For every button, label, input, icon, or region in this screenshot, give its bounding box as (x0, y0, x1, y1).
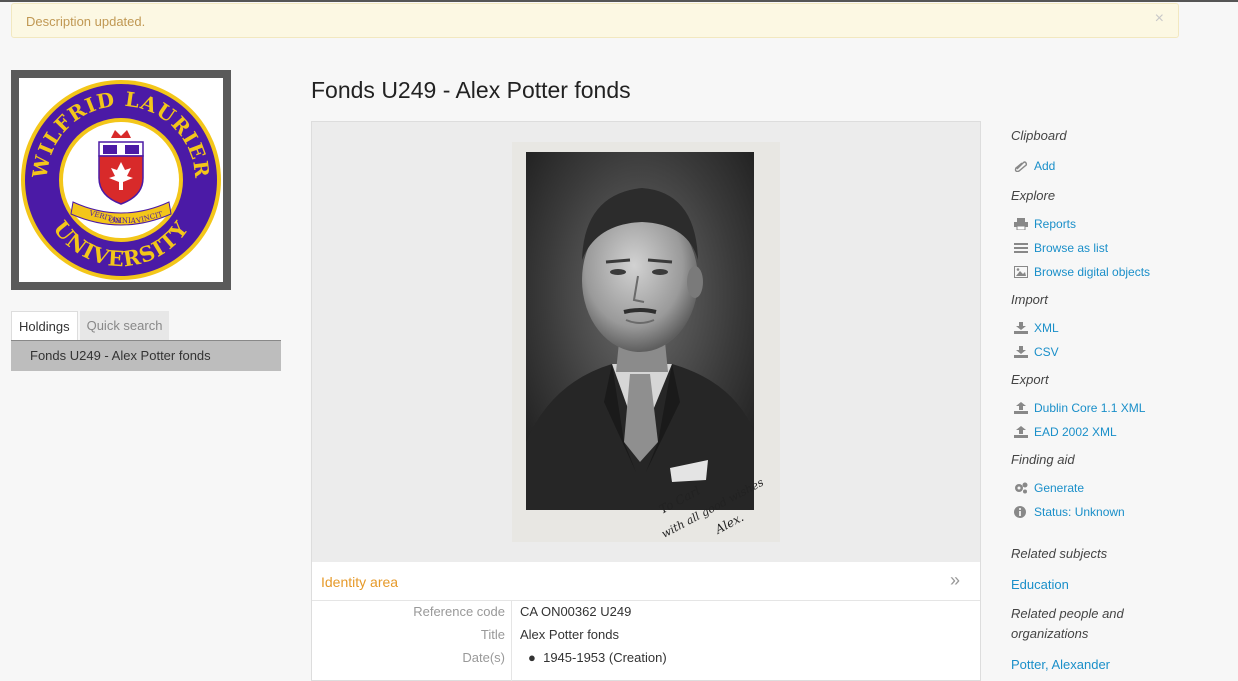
import-csv-label: CSV (1034, 345, 1059, 359)
status-alert: Description updated. × (11, 3, 1179, 38)
finding-aid-status-link[interactable]: Status: Unknown (1011, 505, 1125, 519)
date-value: 1945-1953 (Creation) (543, 650, 667, 665)
field-value: Alex Potter fonds (520, 627, 619, 642)
import-xml-label: XML (1034, 321, 1059, 335)
field-label: Title (480, 627, 505, 642)
holdings-tree: Fonds U249 - Alex Potter fonds (11, 340, 281, 371)
left-nav-tabs: Holdings Quick search (11, 311, 170, 340)
explore-heading: Explore (1011, 188, 1056, 203)
add-label: Add (1034, 159, 1056, 173)
clipboard-heading: Clipboard (1011, 128, 1067, 143)
bullet-icon: ● (528, 650, 536, 665)
field-value: CA ON00362 U249 (520, 604, 632, 619)
browse-digital-objects-link[interactable]: Browse digital objects (1011, 265, 1150, 279)
related-people-heading-line2: organizations (1011, 626, 1089, 641)
import-xml-link[interactable]: XML (1011, 321, 1059, 335)
page-title: Fonds U249 - Alex Potter fonds (311, 77, 631, 103)
alert-message: Description updated. (26, 14, 146, 29)
browse-list-label: Browse as list (1034, 241, 1109, 255)
upload-icon (1014, 426, 1028, 438)
university-seal-icon: WILFRID LAURIER UNIVERSITY VERITAS OMNIA… (21, 80, 221, 280)
import-csv-link[interactable]: CSV (1011, 345, 1059, 359)
tab-holdings[interactable]: Holdings (11, 311, 78, 340)
upload-icon (1014, 402, 1028, 414)
generate-label: Generate (1034, 481, 1085, 495)
portrait-photo[interactable]: To Carl with all good wishes Alex. (512, 142, 780, 542)
field-label: Date(s) (462, 650, 505, 665)
identity-area-header[interactable]: Identity area » (312, 562, 980, 601)
status-label: Status: Unknown (1034, 505, 1125, 519)
field-title: Title Alex Potter fonds (312, 625, 980, 648)
portrait-image-icon: To Carl with all good wishes Alex. (512, 142, 780, 542)
reports-link[interactable]: Reports (1011, 217, 1076, 231)
close-icon[interactable]: × (1155, 10, 1164, 28)
export-ead-link[interactable]: EAD 2002 XML (1011, 425, 1117, 439)
info-icon (1014, 506, 1026, 518)
paperclip-icon (1014, 161, 1028, 172)
subject-education-link[interactable]: Education (1011, 577, 1069, 592)
expand-icon[interactable]: » (950, 570, 960, 591)
person-potter-alexander-link[interactable]: Potter, Alexander (1011, 657, 1110, 672)
finding-aid-heading: Finding aid (1011, 452, 1075, 467)
reports-label: Reports (1034, 217, 1077, 231)
svg-text:OMNIA: OMNIA (109, 217, 137, 225)
related-subjects-heading: Related subjects (1011, 546, 1108, 561)
related-people-heading-line1: Related people and (1011, 606, 1124, 621)
generate-finding-aid-link[interactable]: Generate (1011, 481, 1084, 495)
field-reference-code: Reference code CA ON00362 U249 (312, 602, 980, 625)
list-icon (1014, 243, 1028, 253)
description-panel: To Carl with all good wishes Alex. Ident… (311, 121, 981, 681)
browse-digital-label: Browse digital objects (1034, 265, 1151, 279)
top-border (0, 0, 1238, 2)
digital-object-viewer: To Carl with all good wishes Alex. (312, 122, 980, 562)
export-ead-label: EAD 2002 XML (1034, 425, 1117, 439)
field-value: ● 1945-1953 (Creation) (528, 650, 667, 665)
field-dates: Date(s) ● 1945-1953 (Creation) (312, 648, 980, 671)
repository-logo[interactable]: WILFRID LAURIER UNIVERSITY VERITAS OMNIA… (19, 78, 223, 282)
export-dc-label: Dublin Core 1.1 XML (1034, 401, 1146, 415)
browse-as-list-link[interactable]: Browse as list (1011, 241, 1108, 255)
identity-area-title: Identity area (321, 574, 399, 590)
field-label: Reference code (413, 604, 505, 619)
printer-icon (1014, 218, 1028, 230)
repository-logo-frame[interactable]: WILFRID LAURIER UNIVERSITY VERITAS OMNIA… (11, 70, 231, 290)
tree-item-fonds[interactable]: Fonds U249 - Alex Potter fonds (30, 348, 211, 363)
download-icon (1014, 322, 1028, 334)
export-dublin-core-link[interactable]: Dublin Core 1.1 XML (1011, 401, 1145, 415)
download-icon (1014, 346, 1028, 358)
clipboard-add-link[interactable]: Add (1011, 159, 1055, 173)
import-heading: Import (1011, 292, 1048, 307)
cogs-icon (1015, 482, 1028, 494)
image-icon (1014, 266, 1028, 278)
tab-quick-search[interactable]: Quick search (79, 311, 170, 340)
export-heading: Export (1011, 372, 1049, 387)
